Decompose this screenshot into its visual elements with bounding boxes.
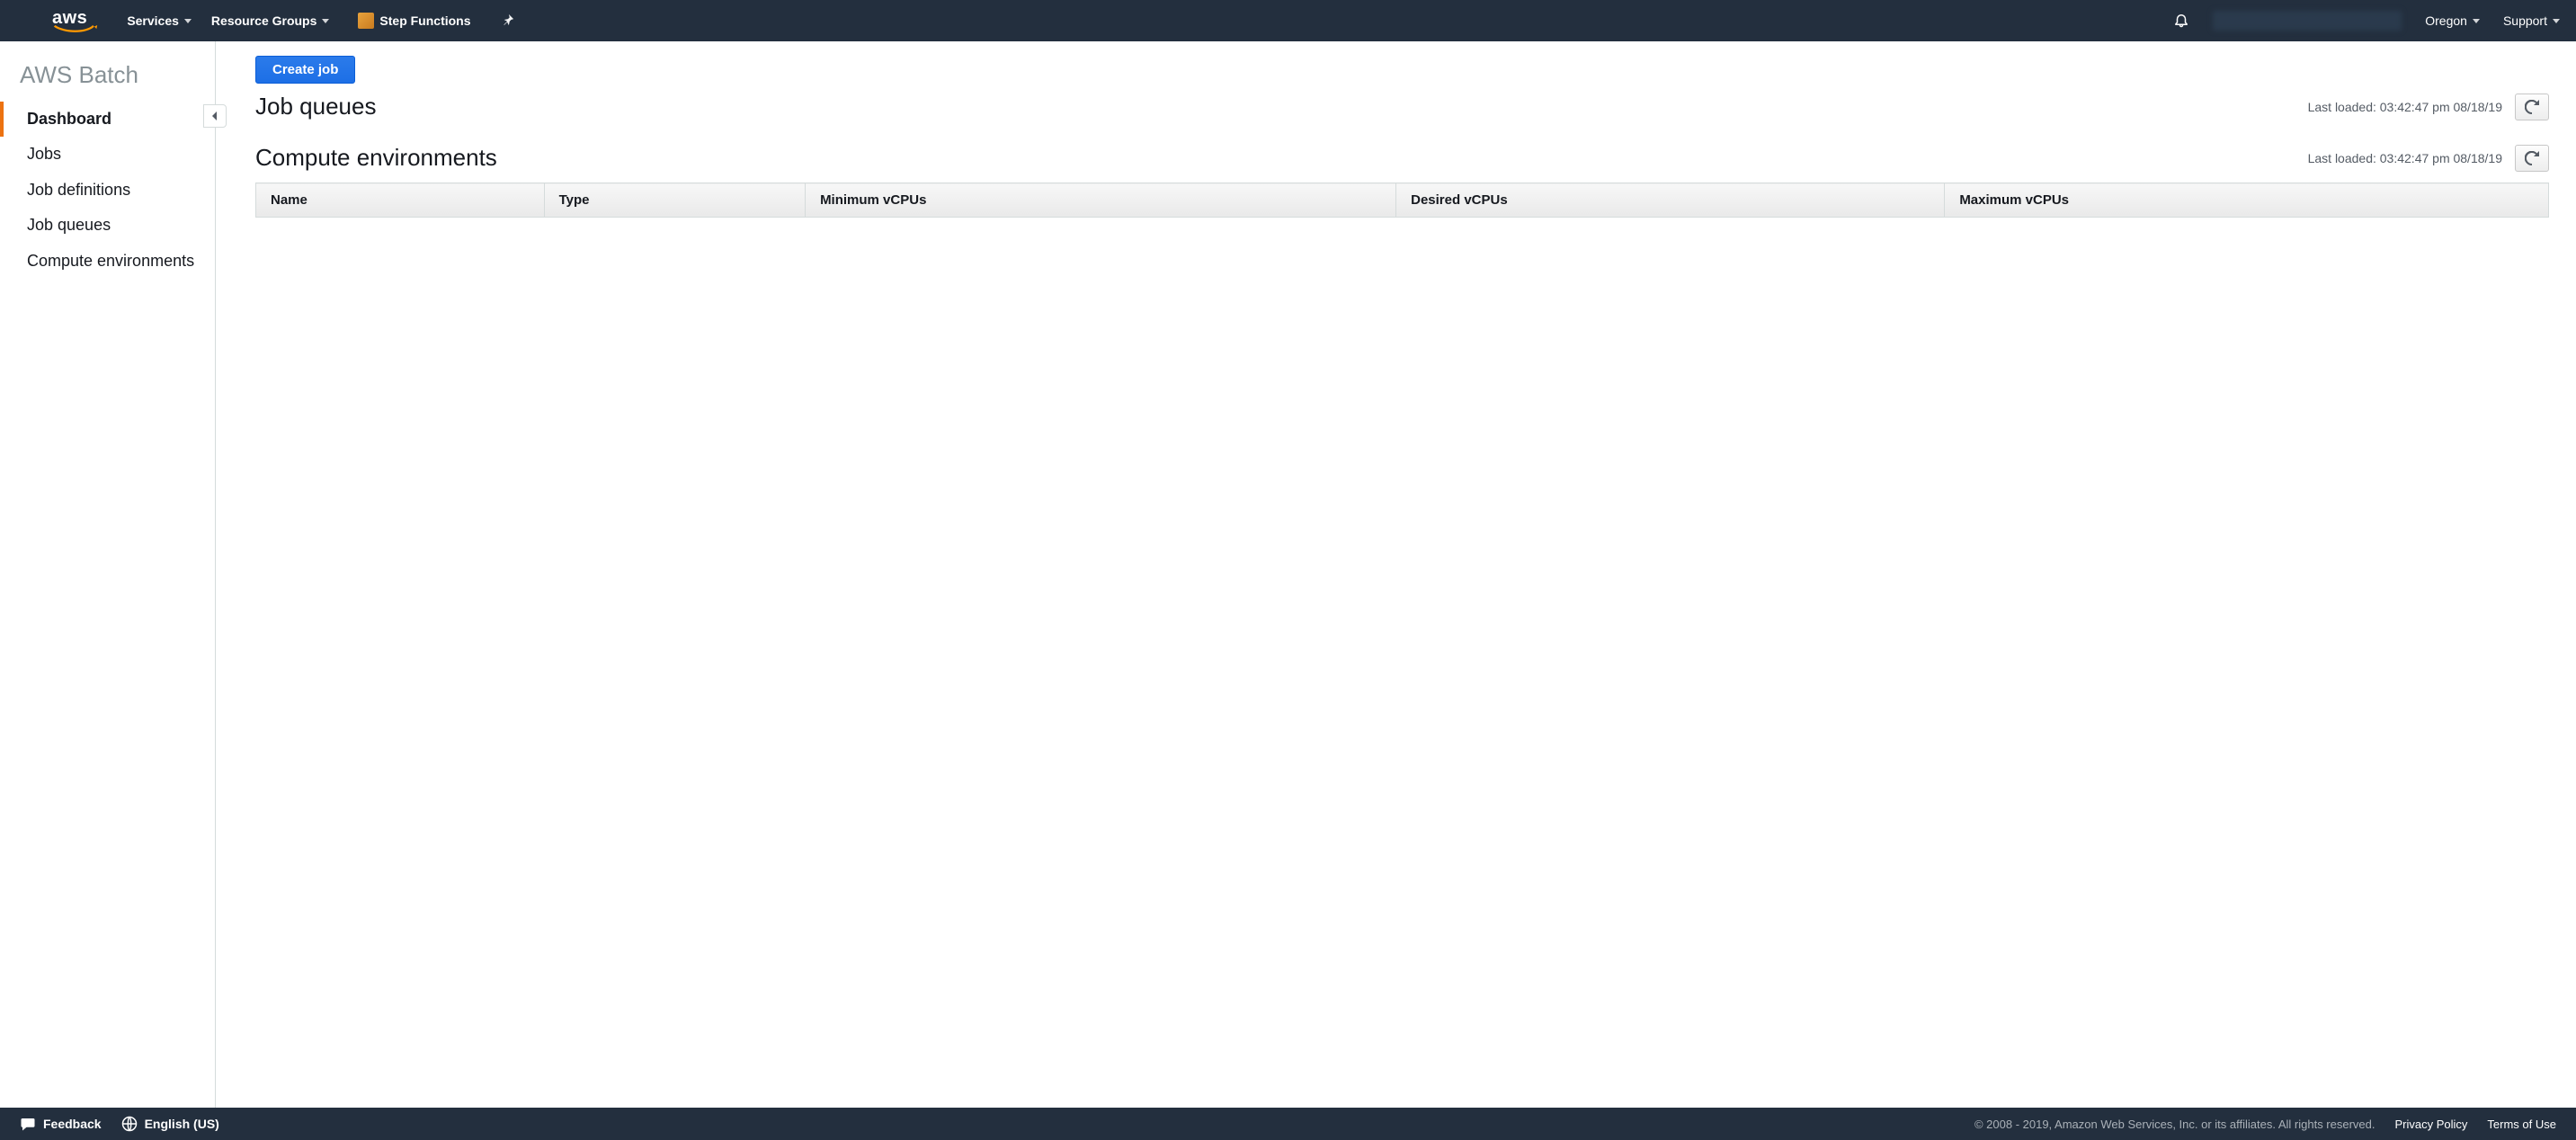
sidebar-collapse-toggle[interactable] <box>203 104 227 128</box>
top-nav: aws Services Resource Groups Step Functi… <box>0 0 2576 41</box>
sidebar-item-jobs[interactable]: Jobs <box>0 137 215 172</box>
col-max-vcpus[interactable]: Maximum vCPUs <box>1945 183 2549 218</box>
sidebar-item-label: Compute environments <box>27 252 194 270</box>
job-queues-refresh-button[interactable] <box>2515 94 2549 120</box>
refresh-icon <box>2525 151 2539 165</box>
col-min-vcpus[interactable]: Minimum vCPUs <box>806 183 1396 218</box>
footer: Feedback English (US) © 2008 - 2019, Ama… <box>0 1108 2576 1140</box>
nav-region-label: Oregon <box>2425 13 2467 28</box>
last-loaded-value: 03:42:47 pm 08/18/19 <box>2380 151 2502 165</box>
create-job-button[interactable]: Create job <box>255 56 355 84</box>
last-loaded-prefix: Last loaded: <box>2308 151 2380 165</box>
nav-services-label: Services <box>127 13 179 28</box>
compute-environments-section: Compute environments Last loaded: 03:42:… <box>255 144 2549 218</box>
job-queues-title: Job queues <box>255 93 376 120</box>
footer-copyright: © 2008 - 2019, Amazon Web Services, Inc.… <box>1974 1118 2375 1131</box>
job-queues-section: Job queues Last loaded: 03:42:47 pm 08/1… <box>255 93 2549 120</box>
aws-smile-icon <box>52 25 99 34</box>
main-content: Create job Job queues Last loaded: 03:42… <box>216 41 2576 1108</box>
refresh-icon <box>2525 100 2539 114</box>
col-name[interactable]: Name <box>256 183 545 218</box>
col-desired-vcpus[interactable]: Desired vCPUs <box>1396 183 1945 218</box>
nav-support-label: Support <box>2503 13 2547 28</box>
sidebar-item-label: Dashboard <box>27 110 111 128</box>
notifications-icon[interactable] <box>2173 12 2189 31</box>
footer-language-label: English (US) <box>145 1117 219 1131</box>
footer-terms-link[interactable]: Terms of Use <box>2487 1118 2556 1131</box>
nav-pinned-service[interactable]: Step Functions <box>358 13 470 29</box>
aws-logo[interactable]: aws <box>52 9 87 32</box>
footer-feedback[interactable]: Feedback <box>20 1116 102 1132</box>
pin-icon[interactable] <box>502 13 514 29</box>
nav-support[interactable]: Support <box>2503 13 2560 28</box>
create-job-button-label: Create job <box>272 62 338 77</box>
globe-icon <box>121 1116 138 1132</box>
chevron-left-icon <box>211 111 218 120</box>
sidebar-nav: Dashboard Jobs Job definitions Job queue… <box>0 102 215 279</box>
sidebar-service-title: AWS Batch <box>0 58 215 102</box>
sidebar-item-dashboard[interactable]: Dashboard <box>0 102 215 137</box>
sidebar-item-label: Job definitions <box>27 181 130 199</box>
nav-resource-groups[interactable]: Resource Groups <box>211 13 329 28</box>
account-menu[interactable] <box>2213 11 2402 31</box>
last-loaded-prefix: Last loaded: <box>2308 100 2380 114</box>
compute-environments-title: Compute environments <box>255 144 497 172</box>
caret-down-icon <box>322 19 329 23</box>
sidebar-item-job-queues[interactable]: Job queues <box>0 208 215 243</box>
sidebar-item-compute-environments[interactable]: Compute environments <box>0 244 215 279</box>
footer-feedback-label: Feedback <box>43 1117 102 1131</box>
step-functions-icon <box>358 13 374 29</box>
nav-region[interactable]: Oregon <box>2425 13 2480 28</box>
top-nav-left: aws Services Resource Groups Step Functi… <box>16 9 514 32</box>
job-queues-last-loaded: Last loaded: 03:42:47 pm 08/18/19 <box>2308 100 2502 114</box>
caret-down-icon <box>2473 19 2480 23</box>
footer-language[interactable]: English (US) <box>121 1116 219 1132</box>
compute-environments-refresh-button[interactable] <box>2515 145 2549 172</box>
nav-pinned-service-label: Step Functions <box>379 13 470 28</box>
sidebar-item-job-definitions[interactable]: Job definitions <box>0 173 215 208</box>
col-type[interactable]: Type <box>544 183 805 218</box>
caret-down-icon <box>2553 19 2560 23</box>
compute-environments-last-loaded: Last loaded: 03:42:47 pm 08/18/19 <box>2308 151 2502 165</box>
nav-resource-groups-label: Resource Groups <box>211 13 316 28</box>
sidebar-item-label: Job queues <box>27 216 111 234</box>
caret-down-icon <box>184 19 192 23</box>
footer-privacy-link[interactable]: Privacy Policy <box>2395 1118 2468 1131</box>
top-nav-right: Oregon Support <box>2173 11 2560 31</box>
last-loaded-value: 03:42:47 pm 08/18/19 <box>2380 100 2502 114</box>
nav-services[interactable]: Services <box>127 13 192 28</box>
sidebar-item-label: Jobs <box>27 145 61 163</box>
compute-environments-table: Name Type Minimum vCPUs Desired vCPUs Ma… <box>255 183 2549 218</box>
sidebar: AWS Batch Dashboard Jobs Job definitions… <box>0 41 216 1108</box>
speech-bubble-icon <box>20 1116 36 1132</box>
